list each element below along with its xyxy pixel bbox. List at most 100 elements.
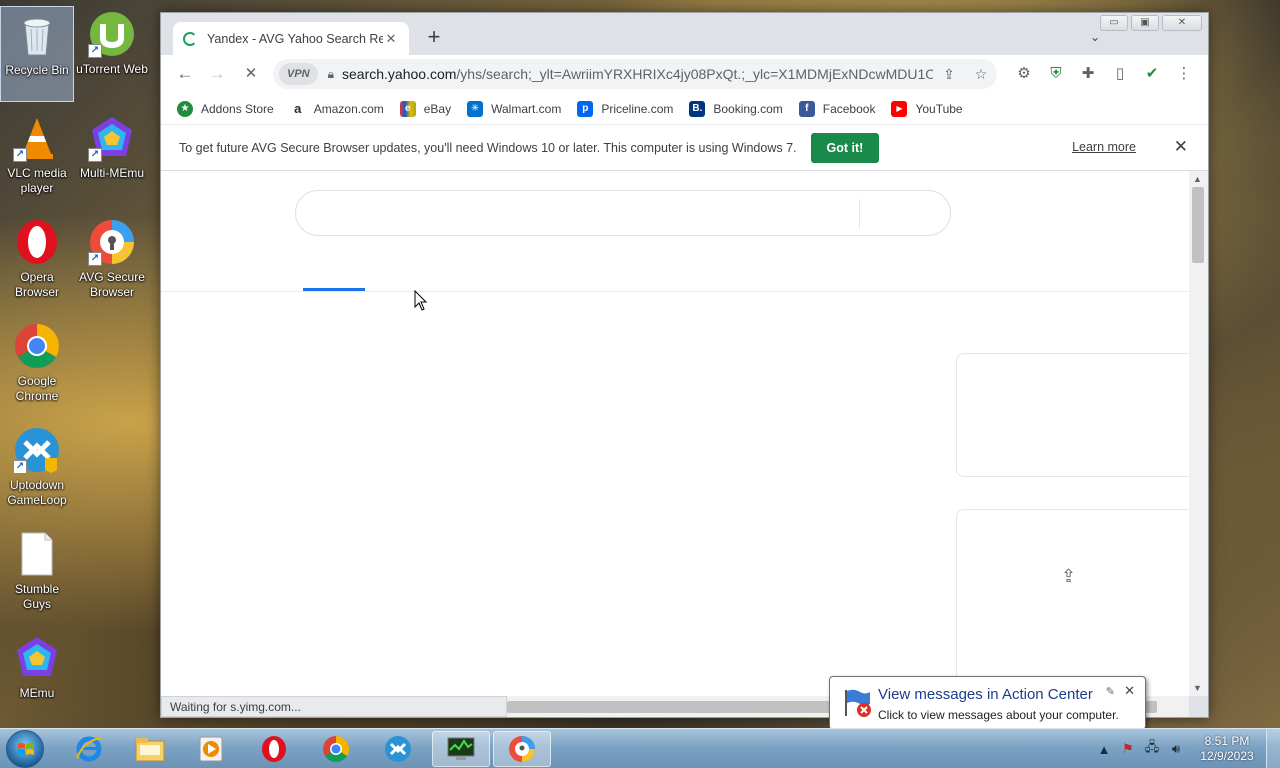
desktop-icon-label: VLC media player bbox=[7, 166, 67, 195]
tab-title: Yandex - AVG Yahoo Search Results bbox=[207, 32, 383, 46]
clock-date: 12/9/2023 bbox=[1200, 749, 1254, 763]
taskbar-internet-explorer[interactable] bbox=[60, 731, 118, 767]
shortcut-arrow-icon: ↗ bbox=[13, 148, 27, 162]
bookmark-walmart[interactable]: ✳ Walmart.com bbox=[467, 100, 562, 117]
desktop-icon-multi-memu[interactable]: ↗ Multi-MEmu bbox=[75, 110, 149, 206]
extension-gear-icon[interactable]: ⚙ bbox=[1008, 60, 1040, 88]
share-icon[interactable]: ⇪ bbox=[933, 66, 965, 83]
desktop-icon-memu[interactable]: MEmu bbox=[0, 630, 74, 726]
bookmark-star-icon[interactable]: ☆ bbox=[965, 66, 997, 83]
tab-strip: Yandex - AVG Yahoo Search Results ✕ + ⌄ bbox=[161, 13, 1208, 56]
bookmark-label: eBay bbox=[423, 101, 452, 116]
shortcut-arrow-icon: ↗ bbox=[13, 460, 27, 474]
share-icon[interactable]: ⇪ bbox=[1061, 566, 1076, 587]
show-desktop-button[interactable] bbox=[1266, 729, 1280, 768]
desktop-icon-vlc[interactable]: ↗ VLC media player bbox=[0, 110, 74, 206]
infobar-close-icon[interactable]: ✕ bbox=[1174, 137, 1188, 157]
page-content: ⇪ bbox=[161, 171, 1189, 696]
bookmark-addons-store[interactable]: ★ Addons Store bbox=[177, 100, 274, 117]
desktop-icon-utorrent[interactable]: ↗ uTorrent Web bbox=[75, 6, 149, 102]
address-bar[interactable]: VPN 🔒︎ search.yahoo.com/yhs/search;_ylt=… bbox=[273, 59, 997, 89]
balloon-close-icon[interactable]: ✕ bbox=[1124, 683, 1135, 699]
desktop-icon-avg-browser[interactable]: ↗ AVG Secure Browser bbox=[75, 214, 149, 310]
clock[interactable]: 8:51 PM 12/9/2023 bbox=[1188, 734, 1266, 764]
browser-tab[interactable]: Yandex - AVG Yahoo Search Results ✕ bbox=[173, 22, 409, 56]
url-text[interactable]: search.yahoo.com/yhs/search;_ylt=AwriimY… bbox=[342, 66, 933, 82]
mouse-cursor-icon bbox=[414, 290, 428, 311]
desktop-icon-label: uTorrent Web bbox=[76, 62, 148, 76]
vlc-icon: ↗ bbox=[13, 114, 61, 162]
avg-browser-icon: ↗ bbox=[88, 218, 136, 266]
taskbar-task-manager[interactable] bbox=[432, 731, 490, 767]
tab-search-button[interactable]: ⌄ bbox=[1090, 30, 1100, 44]
show-hidden-icons-icon[interactable]: ▲ bbox=[1092, 742, 1116, 757]
loading-spinner-icon bbox=[183, 32, 197, 46]
desktop-icon-label: Stumble Guys bbox=[14, 582, 60, 611]
desktop-icon-opera[interactable]: Opera Browser bbox=[0, 214, 74, 310]
pin-icon[interactable]: ✎ bbox=[1106, 685, 1115, 698]
menu-kebab-icon[interactable]: ⋮ bbox=[1168, 60, 1200, 88]
search-divider bbox=[859, 199, 860, 229]
extension-shield-lock-icon[interactable]: ⛨ bbox=[1040, 60, 1072, 88]
got-it-button[interactable]: Got it! bbox=[810, 132, 880, 163]
desktop-icon-gameloop[interactable]: ↗ Uptodown GameLoop bbox=[0, 422, 74, 518]
shortcut-arrow-icon: ↗ bbox=[88, 252, 102, 266]
bookmark-ebay[interactable]: e eBay bbox=[399, 100, 452, 117]
desktop-icon-label: MEmu bbox=[19, 686, 55, 700]
windows-logo-icon bbox=[18, 743, 34, 755]
bookmark-youtube[interactable]: ▶ YouTube bbox=[891, 100, 963, 117]
network-icon[interactable]: 🖧︎ bbox=[1140, 738, 1164, 760]
tab-close-icon[interactable]: ✕ bbox=[383, 31, 399, 47]
scroll-up-arrow-icon[interactable]: ▲ bbox=[1193, 174, 1202, 184]
gameloop-icon bbox=[385, 736, 411, 762]
walmart-icon: ✳ bbox=[467, 100, 484, 117]
desktop-icon-recycle-bin[interactable]: Recycle Bin bbox=[0, 6, 74, 102]
bookmark-facebook[interactable]: f Facebook bbox=[798, 100, 876, 117]
action-center-flag-icon[interactable]: ⚑ bbox=[1116, 741, 1140, 757]
balloon-text[interactable]: Click to view messages about your comput… bbox=[878, 708, 1119, 722]
bookmark-booking[interactable]: B. Booking.com bbox=[689, 100, 783, 117]
bookmark-label: Walmart.com bbox=[491, 101, 562, 116]
taskbar-gameloop[interactable] bbox=[369, 731, 427, 767]
update-infobar: To get future AVG Secure Browser updates… bbox=[161, 125, 1208, 171]
bookmark-label: YouTube bbox=[915, 101, 963, 116]
divider bbox=[161, 291, 1189, 292]
utorrent-icon: ↗ bbox=[88, 10, 136, 58]
taskbar-avg-browser[interactable] bbox=[493, 731, 551, 767]
bookmark-amazon[interactable]: a Amazon.com bbox=[289, 100, 384, 117]
extensions-puzzle-icon[interactable]: ✚ bbox=[1072, 60, 1104, 88]
start-button[interactable] bbox=[6, 730, 44, 768]
bookmark-label: Facebook bbox=[822, 101, 876, 116]
lock-icon[interactable]: 🔒︎ bbox=[328, 67, 334, 82]
back-button[interactable]: ← bbox=[169, 60, 201, 88]
scroll-down-arrow-icon[interactable]: ▼ bbox=[1193, 683, 1202, 693]
scrollbar-thumb[interactable] bbox=[1192, 187, 1204, 263]
taskbar-file-explorer[interactable] bbox=[121, 731, 179, 767]
chrome-icon bbox=[13, 322, 61, 370]
chrome-icon bbox=[323, 735, 350, 763]
forward-button[interactable]: → bbox=[201, 60, 233, 88]
file-icon bbox=[13, 530, 61, 578]
status-bubble: Waiting for s.yimg.com... bbox=[161, 696, 507, 717]
search-input[interactable] bbox=[295, 190, 951, 236]
taskbar-opera[interactable] bbox=[245, 731, 303, 767]
stop-loading-button[interactable]: ✕ bbox=[235, 60, 267, 88]
bookmark-priceline[interactable]: p Priceline.com bbox=[577, 100, 673, 117]
vertical-scrollbar[interactable]: ▲ ▼ bbox=[1189, 171, 1208, 696]
side-panel-icon[interactable]: ▯ bbox=[1104, 60, 1136, 88]
desktop-icon-stumble-guys[interactable]: Stumble Guys bbox=[0, 526, 74, 622]
task-manager-icon bbox=[447, 737, 475, 760]
avg-shield-icon[interactable]: ✔ bbox=[1136, 60, 1168, 88]
balloon-title[interactable]: View messages in Action Center bbox=[878, 686, 1093, 703]
vpn-button[interactable]: VPN bbox=[279, 63, 318, 85]
learn-more-link[interactable]: Learn more bbox=[1072, 140, 1136, 154]
shortcut-arrow-icon: ↗ bbox=[88, 44, 102, 58]
gameloop-icon: ↗ bbox=[13, 426, 61, 474]
taskbar-chrome[interactable] bbox=[307, 731, 365, 767]
taskbar-media-player[interactable] bbox=[182, 731, 240, 767]
bookmark-label: Amazon.com bbox=[313, 101, 384, 116]
new-tab-button[interactable]: + bbox=[423, 26, 445, 49]
action-center-balloon[interactable]: View messages in Action Center Click to … bbox=[829, 676, 1146, 743]
volume-icon[interactable]: 🔊︎ bbox=[1164, 741, 1188, 757]
desktop-icon-chrome[interactable]: Google Chrome bbox=[0, 318, 74, 414]
